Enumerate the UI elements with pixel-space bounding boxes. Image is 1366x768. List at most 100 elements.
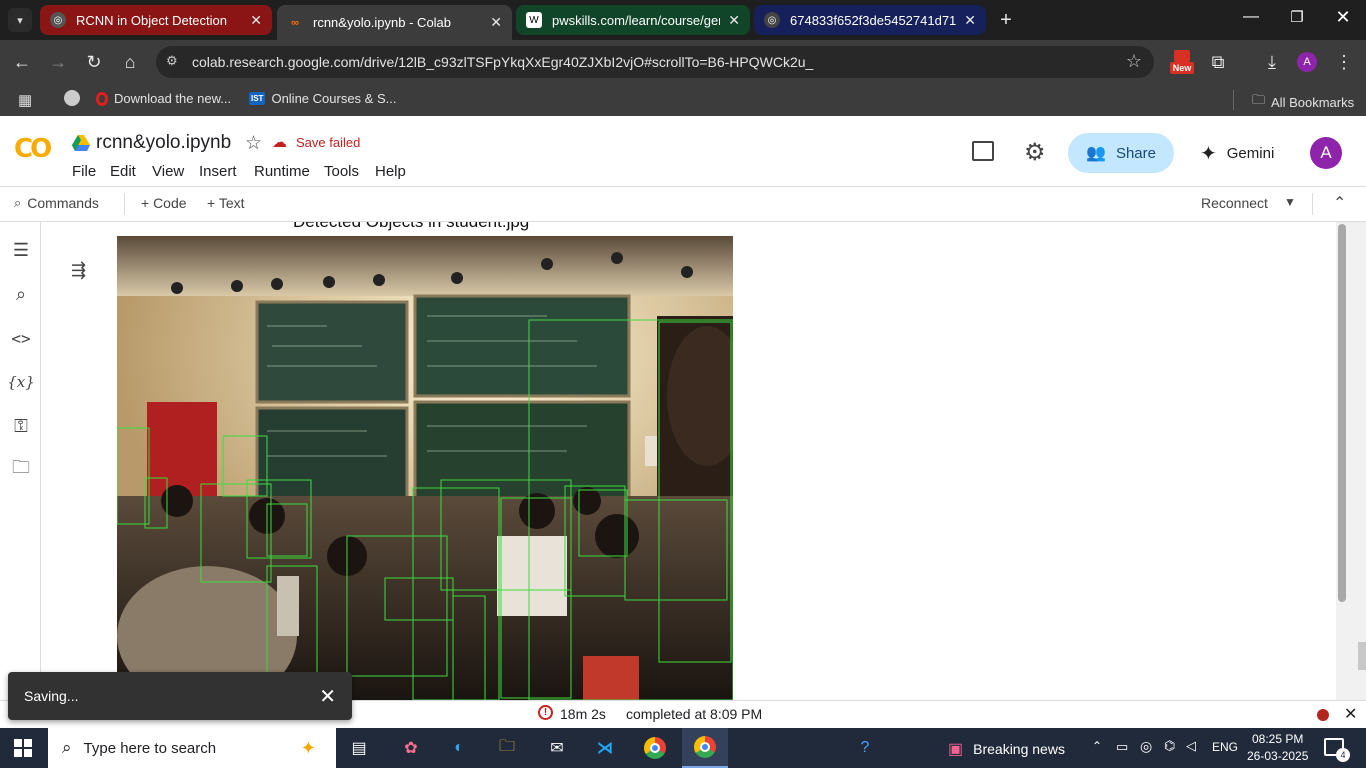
close-icon[interactable]: ✕ [250, 12, 262, 29]
tab-pdf[interactable]: ◎ 674833f652f3de5452741d71.pd ✕ [754, 5, 986, 35]
notebook-toolbar: ⌕ Commands + Code + Text Reconnect ▼ ⌃ [0, 186, 1366, 222]
ist-icon: IST [249, 92, 266, 105]
share-label: Share [1115, 144, 1156, 162]
chalkboard [255, 300, 409, 404]
add-text-button[interactable]: + Text [207, 195, 245, 211]
tab-rcnn[interactable]: ◎ RCNN in Object Detection ✕ [40, 5, 272, 35]
scrollbar[interactable] [1336, 222, 1366, 700]
toolbar-divider [124, 193, 125, 215]
close-icon[interactable]: ✕ [1344, 704, 1357, 724]
completed-status[interactable]: completed at 8:09 PM [626, 706, 762, 722]
chevron-down-icon[interactable]: ▼ [1284, 195, 1296, 209]
restore-button[interactable]: ❐ [1282, 8, 1312, 32]
tab-colab[interactable]: ∞ rcnn&yolo.ipynb - Colab ✕ [277, 5, 512, 40]
language-indicator[interactable]: ENG [1212, 740, 1238, 754]
back-arrow-icon[interactable]: ← [10, 50, 34, 74]
browser-tab-bar: ▾ ◎ RCNN in Object Detection ✕ ∞ rcnn&yo… [0, 0, 1366, 40]
chrome-active-icon[interactable] [682, 728, 728, 768]
menu-insert[interactable]: Insert [199, 163, 237, 180]
add-code-button[interactable]: + Code [141, 195, 187, 211]
new-badge[interactable]: New [1170, 50, 1194, 76]
elapsed-time[interactable]: 18m 2s [560, 706, 606, 722]
vscode-icon[interactable]: ⋊ [592, 736, 618, 760]
tab-title: 674833f652f3de5452741d71.pd [790, 12, 957, 28]
colab-logo[interactable]: CO [14, 134, 52, 164]
chrome-icon[interactable] [642, 736, 668, 760]
bookmark-download[interactable]: Download the new... [96, 91, 231, 106]
files-folder-icon[interactable]: 🗀 [9, 457, 33, 482]
window-close-button[interactable]: ✕ [1328, 7, 1358, 31]
save-status[interactable]: Save failed [296, 135, 360, 150]
home-icon[interactable]: ⌂ [118, 50, 142, 74]
colab-icon: ∞ [291, 16, 299, 29]
minimize-button[interactable]: — [1236, 8, 1266, 32]
globe-icon[interactable]: ◎ [1140, 738, 1152, 755]
menu-view[interactable]: View [152, 163, 184, 180]
globe-icon[interactable] [64, 90, 80, 106]
bottle [277, 576, 299, 636]
save-failed-icon[interactable]: ☁ [272, 133, 287, 151]
menu-runtime[interactable]: Runtime [254, 163, 310, 180]
scrollbar-thumb[interactable] [1338, 224, 1346, 602]
commands-button[interactable]: ⌕ Commands [14, 195, 99, 211]
copilot-icon[interactable]: ✿ [398, 736, 424, 760]
new-tab-button[interactable]: + [994, 8, 1018, 32]
find-icon[interactable]: ⌕ [9, 282, 33, 306]
share-button[interactable]: 👥 Share [1068, 133, 1174, 173]
toc-icon[interactable]: ☰ [9, 238, 33, 262]
wifi-icon[interactable]: ⌬ [1164, 738, 1175, 754]
code-snippets-icon[interactable]: <> [9, 326, 33, 350]
menu-file[interactable]: File [72, 163, 96, 180]
network-icon[interactable]: ▭ [1116, 739, 1128, 755]
more-menu-icon[interactable]: ⋮ [1332, 50, 1356, 74]
notebook-name[interactable]: rcnn&yolo.ipynb [96, 132, 231, 154]
mail-icon[interactable]: ✉ [544, 736, 570, 760]
secrets-key-icon[interactable]: ⚿ [9, 414, 33, 438]
left-sidebar: ☰ ⌕ <> {x} ⚿ 🗀 [0, 222, 41, 700]
close-icon[interactable]: ✕ [490, 14, 502, 31]
chevron-up-icon[interactable]: ⌃ [1333, 193, 1346, 213]
star-icon[interactable]: ☆ [245, 132, 262, 155]
star-icon[interactable]: ☆ [1126, 51, 1142, 72]
user-avatar[interactable]: A [1310, 137, 1342, 169]
record-icon[interactable] [1317, 709, 1329, 721]
reconnect-button[interactable]: Reconnect [1201, 195, 1268, 211]
reload-icon[interactable]: ↻ [82, 50, 106, 74]
chevron-up-icon[interactable]: ⌃ [1092, 739, 1102, 753]
task-view-icon[interactable]: ▤ [346, 736, 372, 760]
site-info-icon[interactable]: ⚙ [166, 53, 178, 69]
tab-search-button[interactable]: ▾ [8, 8, 32, 32]
bookmark-online-courses[interactable]: IST Online Courses & S... [249, 91, 396, 106]
taskbar-search-input[interactable]: ⌕ Type here to search ✦ [48, 728, 336, 768]
settings-gear-icon[interactable]: ⚙ [1024, 138, 1046, 167]
all-bookmarks[interactable]: 🗀 All Bookmarks [1252, 91, 1354, 113]
url-input[interactable]: ⚙ colab.research.google.com/drive/12lB_c… [156, 46, 1154, 78]
close-icon[interactable]: ✕ [964, 12, 976, 29]
edge-icon[interactable]: ◐ [446, 736, 472, 760]
notification-count: 4 [1336, 748, 1350, 762]
download-icon[interactable]: ⤓ [1260, 50, 1284, 74]
news-widget[interactable]: ▣ Breaking news [948, 739, 1065, 759]
clock-time[interactable]: 08:25 PM [1252, 732, 1303, 746]
tab-title: RCNN in Object Detection [76, 12, 227, 28]
menu-tools[interactable]: Tools [324, 163, 359, 180]
windows-start-icon[interactable] [14, 739, 32, 757]
menu-edit[interactable]: Edit [110, 163, 136, 180]
output-toggle-icon[interactable]: ⇶ [71, 260, 86, 281]
file-explorer-icon[interactable]: 🗀 [494, 736, 520, 760]
menu-help[interactable]: Help [375, 163, 406, 180]
tab-pwskills[interactable]: W pwskills.com/learn/course/gena ✕ [516, 5, 750, 35]
extensions-icon[interactable]: ⧉ [1206, 50, 1230, 74]
variables-icon[interactable]: {x} [7, 370, 35, 394]
volume-icon[interactable]: ◁ [1186, 738, 1196, 754]
help-icon[interactable]: ? [852, 736, 878, 760]
comment-icon[interactable] [972, 141, 994, 161]
close-icon[interactable]: ✕ [728, 12, 740, 29]
apps-icon[interactable]: ▦ [18, 91, 32, 109]
page-scrollbar-thumb[interactable] [1358, 642, 1366, 670]
close-icon[interactable]: ✕ [319, 684, 336, 709]
profile-avatar[interactable]: A [1297, 52, 1317, 72]
clock-date[interactable]: 26-03-2025 [1247, 749, 1308, 763]
forward-arrow-icon[interactable]: → [46, 50, 70, 74]
gemini-button[interactable]: ✦ Gemini [1200, 141, 1274, 166]
